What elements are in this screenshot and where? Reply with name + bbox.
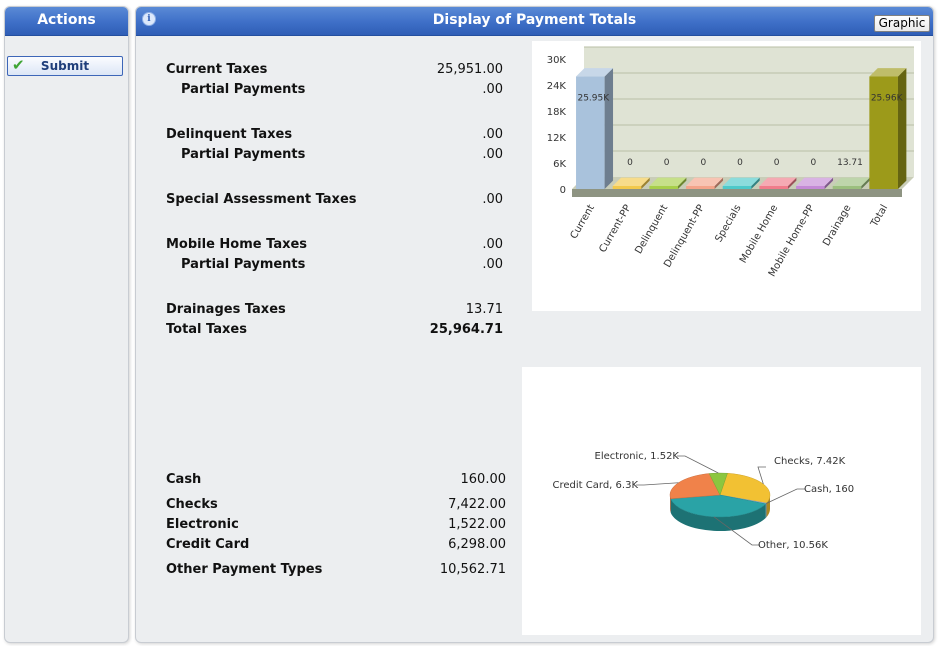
x-category-label: Delinquent	[633, 203, 670, 256]
tax-row: Partial Payments .00	[166, 257, 503, 273]
chart-back-wall	[584, 47, 914, 177]
payment-label: Cash	[166, 472, 202, 487]
tax-label: Partial Payments	[181, 257, 306, 272]
pie-slice-label: Electronic, 1.52K	[595, 451, 680, 462]
payment-value: 6,298.00	[448, 537, 506, 552]
pie-leader-line	[677, 455, 719, 474]
submit-button-label: Submit	[40, 59, 90, 73]
payment-value: 10,562.71	[439, 562, 506, 577]
submit-button[interactable]: ✔ Submit	[7, 56, 123, 76]
tax-row: Current Taxes 25,951.00	[166, 62, 503, 78]
page-title: Display of Payment Totals	[432, 12, 637, 28]
tax-row: Delinquent Taxes .00	[166, 127, 503, 143]
pie-slice-label: Cash, 160	[804, 484, 854, 495]
pie-chart: Checks, 7.42K Cash, 160 Other, 10.56K Credi…	[553, 451, 855, 551]
tax-row: Total Taxes 25,964.71	[166, 322, 503, 338]
bar-data-label: 25.95K	[577, 94, 610, 104]
payment-label: Electronic	[166, 517, 239, 532]
x-category-label: Current-PP	[597, 203, 633, 255]
tax-row: Drainages Taxes 13.71	[166, 302, 503, 318]
tax-label: Delinquent Taxes	[166, 127, 293, 142]
bar-data-label: 25.96K	[871, 93, 904, 103]
bar-data-label: 0	[810, 158, 816, 168]
tax-label: Partial Payments	[181, 147, 306, 162]
pie-leader-line	[765, 488, 805, 504]
y-tick-label: 0	[560, 185, 566, 196]
tax-row: Partial Payments .00	[166, 147, 503, 163]
payment-row: Other Payment Types 10,562.71	[166, 562, 506, 578]
payment-row: Credit Card 6,298.00	[166, 537, 506, 553]
payment-label: Other Payment Types	[166, 562, 323, 577]
tax-value: .00	[482, 147, 503, 162]
y-tick-label: 6K	[553, 159, 566, 170]
pie-slice-label: Credit Card, 6.3K	[553, 480, 639, 491]
tax-value: .00	[482, 127, 503, 142]
x-category-label: Mobile Home	[738, 203, 780, 265]
tax-value: 25,951.00	[436, 62, 503, 77]
bar-chart-box: 0 6K 12K 18K 24K 30K 25.95K Current 0 Current-PP 0…	[532, 41, 921, 311]
graphic-button[interactable]: Graphic	[874, 15, 930, 32]
pie-chart-box: Checks, 7.42K Cash, 160 Other, 10.56K Credi…	[522, 367, 921, 635]
tax-label: Drainages Taxes	[166, 302, 286, 317]
chart-floor-edge	[572, 189, 902, 197]
payment-row: Checks 7,422.00	[166, 497, 506, 513]
y-tick-label: 18K	[547, 107, 567, 118]
bar-data-label: 0	[627, 158, 633, 168]
bar-data-label: 0	[774, 158, 780, 168]
tax-value: .00	[482, 82, 503, 97]
payment-label: Credit Card	[166, 537, 250, 552]
info-icon[interactable]: i	[142, 12, 156, 26]
x-category-label: Delinquent-PP	[662, 203, 707, 270]
main-panel: i Display of Payment Totals Graphic Curr…	[135, 6, 934, 643]
bar	[576, 68, 614, 189]
bar-chart: 06K12K18K24K30K25.95KCurrent0Current-PP0…	[547, 46, 914, 279]
x-category-label: Specials	[713, 203, 743, 244]
y-tick-label: 24K	[547, 81, 567, 92]
actions-panel: Actions ✔ Submit	[4, 6, 129, 643]
pie-slice-label: Checks, 7.42K	[774, 456, 846, 467]
tax-row: Partial Payments .00	[166, 82, 503, 98]
tax-value: .00	[482, 192, 503, 207]
pie-slice-label: Other, 10.56K	[758, 540, 828, 551]
y-tick-label: 30K	[547, 55, 567, 66]
x-category-label: Drainage	[821, 203, 853, 248]
tax-value: 25,964.71	[429, 322, 503, 337]
tax-value: .00	[482, 237, 503, 252]
payment-value: 7,422.00	[448, 497, 506, 512]
payment-row: Cash 160.00	[166, 472, 506, 488]
tax-row: Special Assessment Taxes .00	[166, 192, 503, 208]
tax-value: 13.71	[465, 302, 503, 317]
payment-value: 1,522.00	[448, 517, 506, 532]
tax-label: Partial Payments	[181, 82, 306, 97]
bar	[869, 68, 907, 189]
y-tick-label: 12K	[547, 133, 567, 144]
tax-value: .00	[482, 257, 503, 272]
tax-label: Total Taxes	[166, 322, 247, 337]
actions-title: Actions	[5, 7, 128, 36]
bar-data-label: 0	[700, 158, 706, 168]
tax-row: Mobile Home Taxes .00	[166, 237, 503, 253]
main-header: i Display of Payment Totals Graphic	[136, 7, 933, 36]
tax-label: Special Assessment Taxes	[166, 192, 357, 207]
tax-label: Mobile Home Taxes	[166, 237, 308, 252]
x-category-label: Total	[869, 203, 891, 230]
payment-label: Checks	[166, 497, 218, 512]
payment-value: 160.00	[460, 472, 507, 487]
pie-leader-line	[636, 482, 679, 486]
payment-row: Electronic 1,522.00	[166, 517, 506, 533]
pie-slice-side	[765, 503, 767, 518]
bar-data-label: 13.71	[837, 158, 863, 168]
bar-data-label: 0	[737, 158, 743, 168]
tax-label: Current Taxes	[166, 62, 268, 77]
x-category-label: Current	[569, 203, 597, 241]
bar-data-label: 0	[664, 158, 670, 168]
